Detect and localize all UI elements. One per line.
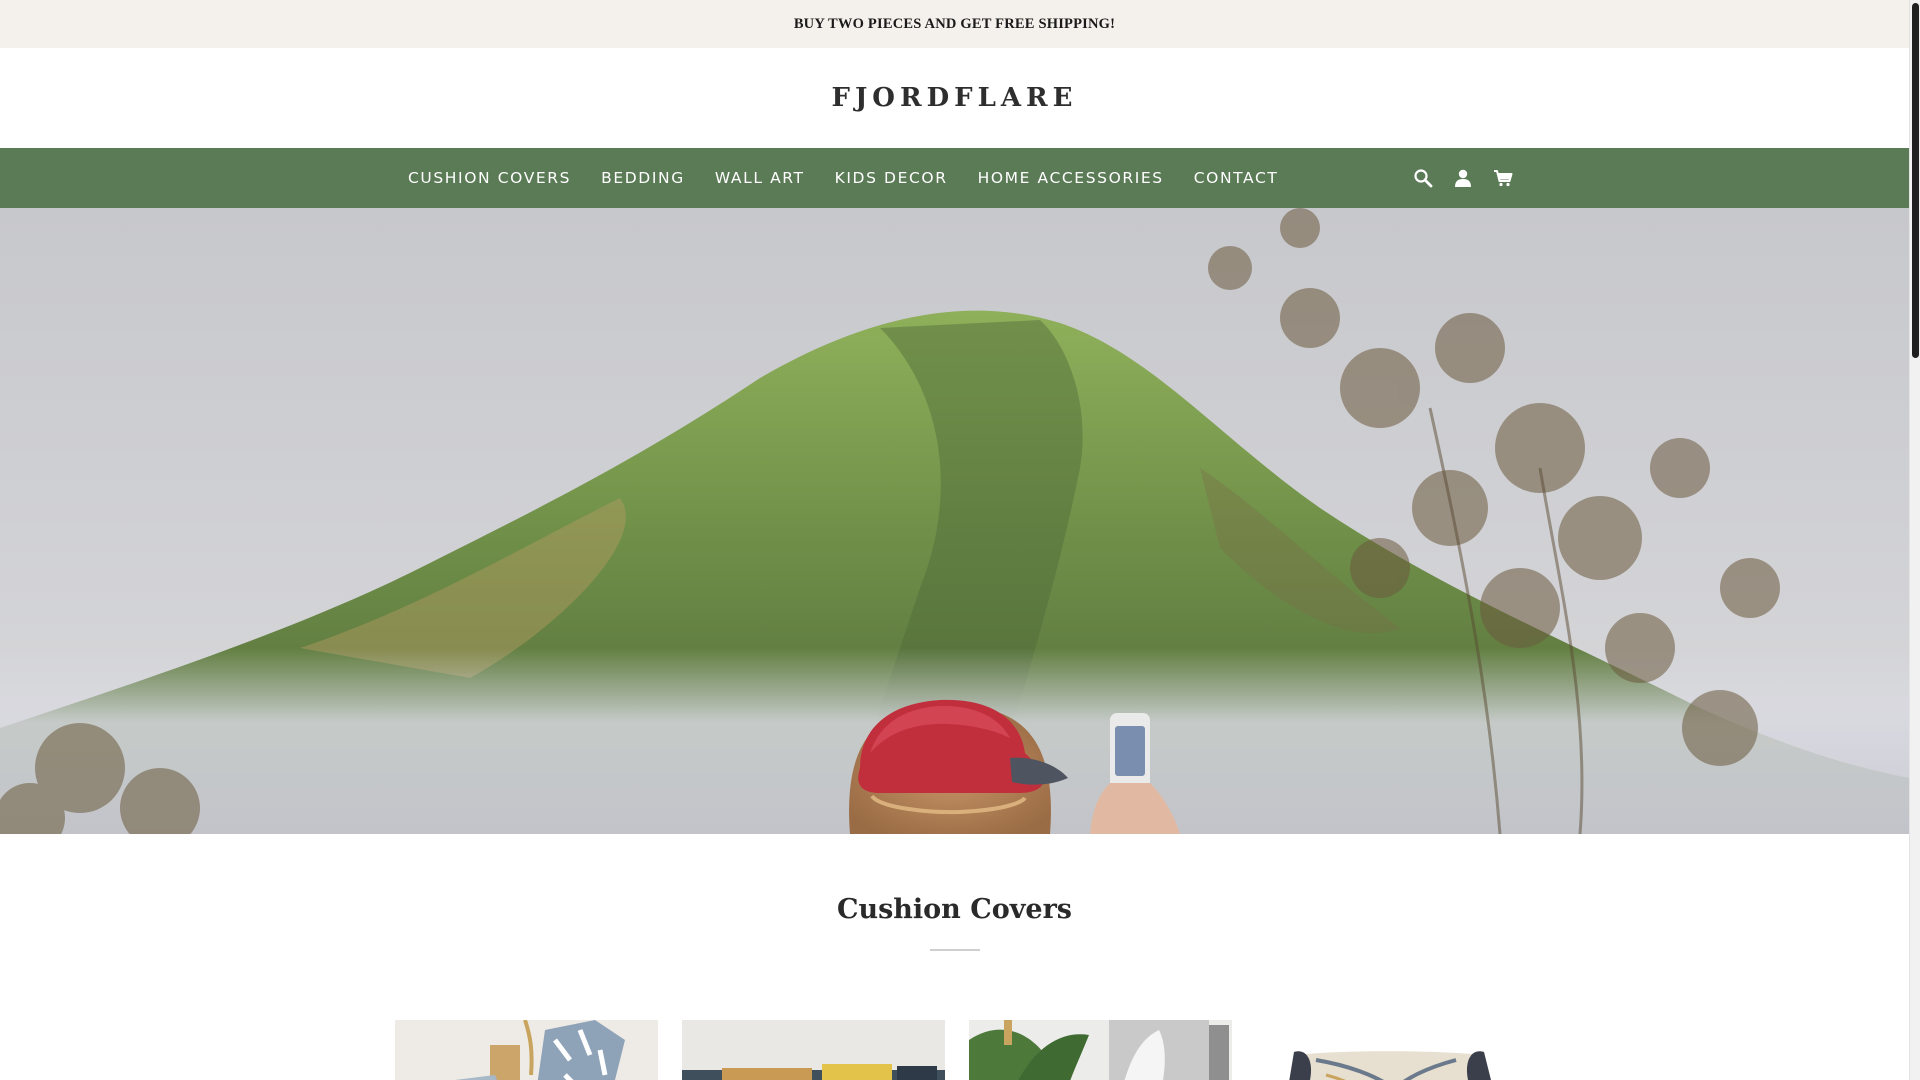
scrollbar-thumb[interactable] <box>1912 3 1919 358</box>
nav-icons <box>1412 148 1514 208</box>
product-image <box>682 1020 945 1080</box>
nav-item-kids-decor[interactable]: KIDS DECOR <box>835 169 948 187</box>
site-header: FJORDFLARE <box>0 48 1909 148</box>
nav-item-contact[interactable]: CONTACT <box>1194 169 1279 187</box>
product-image <box>395 1020 658 1080</box>
product-card[interactable] <box>1256 1020 1519 1080</box>
product-grid <box>395 1020 1519 1080</box>
product-card[interactable] <box>682 1020 945 1080</box>
search-icon[interactable] <box>1412 167 1434 189</box>
nav-item-bedding[interactable]: BEDDING <box>601 169 685 187</box>
nav-item-wall-art[interactable]: WALL ART <box>715 169 805 187</box>
page: BUY TWO PIECES AND GET FREE SHIPPING! FJ… <box>0 0 1920 1080</box>
collection-title[interactable]: Cushion Covers <box>0 894 1909 925</box>
collection-section: Cushion Covers <box>0 834 1909 1080</box>
product-image <box>1256 1020 1519 1080</box>
product-card[interactable] <box>395 1020 658 1080</box>
main-nav: CUSHION COVERS BEDDING WALL ART KIDS DEC… <box>0 148 1909 208</box>
site-logo[interactable]: FJORDFLARE <box>832 83 1078 113</box>
nav-item-home-accessories[interactable]: HOME ACCESSORIES <box>978 169 1164 187</box>
hero-banner[interactable] <box>0 208 1909 834</box>
announcement-bar: BUY TWO PIECES AND GET FREE SHIPPING! <box>0 0 1909 48</box>
account-icon[interactable] <box>1452 167 1474 189</box>
nav-links: CUSHION COVERS BEDDING WALL ART KIDS DEC… <box>408 148 1308 208</box>
viewport: BUY TWO PIECES AND GET FREE SHIPPING! FJ… <box>0 0 1909 1080</box>
title-divider <box>930 949 980 951</box>
hero-image <box>0 208 1909 834</box>
cart-icon[interactable] <box>1492 167 1514 189</box>
nav-item-cushion-covers[interactable]: CUSHION COVERS <box>408 169 571 187</box>
product-image <box>969 1020 1232 1080</box>
product-card[interactable] <box>969 1020 1232 1080</box>
announcement-text: BUY TWO PIECES AND GET FREE SHIPPING! <box>793 15 1116 32</box>
page-scrollbar[interactable] <box>1909 0 1920 1080</box>
